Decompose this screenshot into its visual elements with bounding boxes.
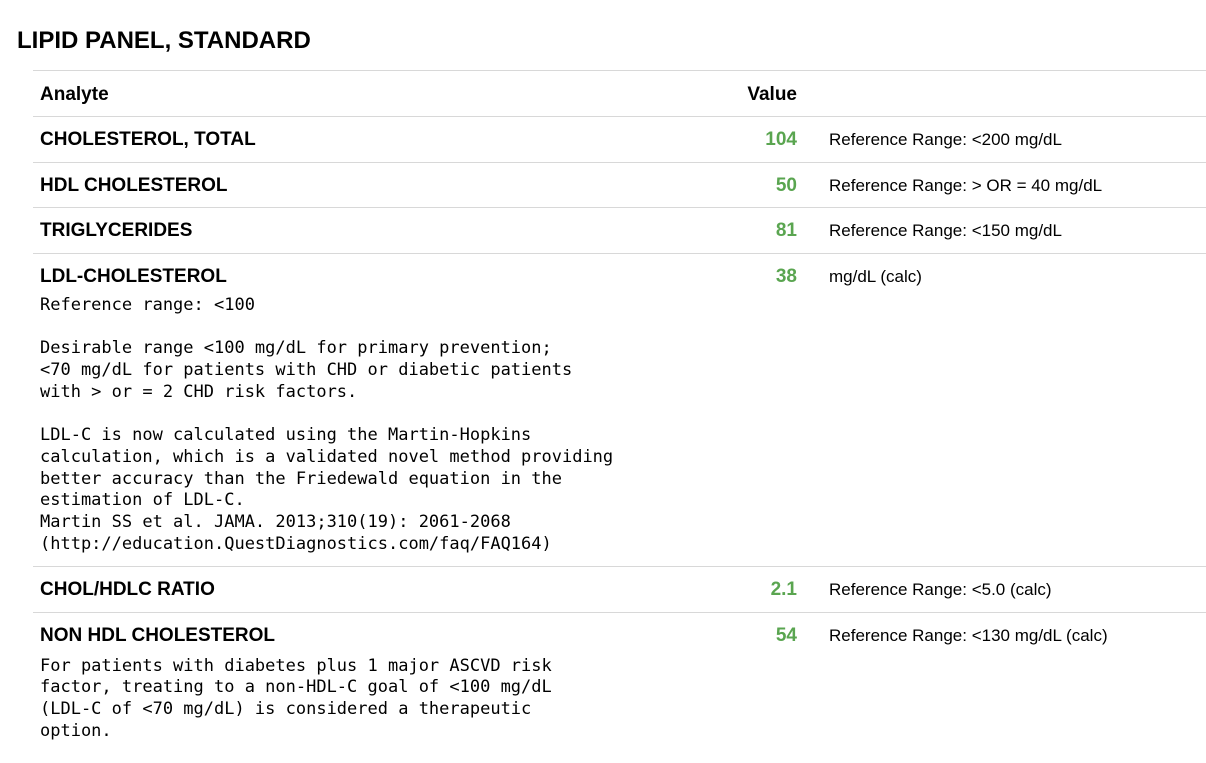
- results-table: Analyte Value CHOLESTEROL, TOTAL 104 Ref…: [33, 70, 1206, 763]
- value-column-header: Value: [747, 84, 797, 105]
- table-header-row: Analyte Value: [33, 70, 1206, 116]
- analyte-name: LDL-CHOLESTEROL: [40, 266, 227, 288]
- analyte-name: NON HDL CHOLESTEROL: [40, 624, 276, 646]
- analyte-name: TRIGLYCERIDES: [40, 220, 193, 242]
- panel-title: LIPID PANEL, STANDARD: [17, 27, 311, 54]
- table-row: NON HDL CHOLESTEROL 54 Reference Range: …: [33, 611, 1206, 763]
- analyte-name: CHOLESTEROL, TOTAL: [40, 129, 256, 150]
- result-value: 38: [775, 266, 797, 288]
- reference-range: Reference Range: <150 mg/dL: [829, 221, 1062, 241]
- reference-range: Reference Range: <200 mg/dL: [829, 130, 1062, 149]
- table-row: TRIGLYCERIDES 81 Reference Range: <150 m…: [33, 207, 1206, 253]
- table-row: CHOLESTEROL, TOTAL 104 Reference Range: …: [33, 116, 1206, 162]
- analyte-name: HDL CHOLESTEROL: [40, 174, 228, 196]
- result-comment: Reference range: <100 Desirable range <1…: [40, 295, 614, 554]
- result-value: 81: [775, 220, 797, 242]
- analyte-column-header: Analyte: [40, 84, 109, 105]
- reference-range: Reference Range: <130 mg/dL (calc): [829, 625, 1108, 645]
- analyte-name: CHOL/HDLC RATIO: [40, 579, 215, 601]
- table-row: CHOL/HDLC RATIO 2.1 Reference Range: <5.…: [33, 566, 1206, 612]
- result-value: 50: [775, 174, 797, 196]
- reference-range: Reference Range: > OR = 40 mg/dL: [829, 175, 1103, 195]
- table-row: HDL CHOLESTEROL 50 Reference Range: > OR…: [33, 161, 1206, 208]
- result-value: 104: [765, 129, 797, 150]
- result-value: 54: [775, 624, 797, 646]
- reference-range: Reference Range: <5.0 (calc): [829, 580, 1052, 600]
- table-row: LDL-CHOLESTEROL 38 mg/dL (calc) Referenc…: [33, 253, 1206, 566]
- reference-range: mg/dL (calc): [829, 267, 922, 287]
- result-comment: For patients with diabetes plus 1 major …: [40, 655, 552, 741]
- result-value: 2.1: [770, 579, 797, 601]
